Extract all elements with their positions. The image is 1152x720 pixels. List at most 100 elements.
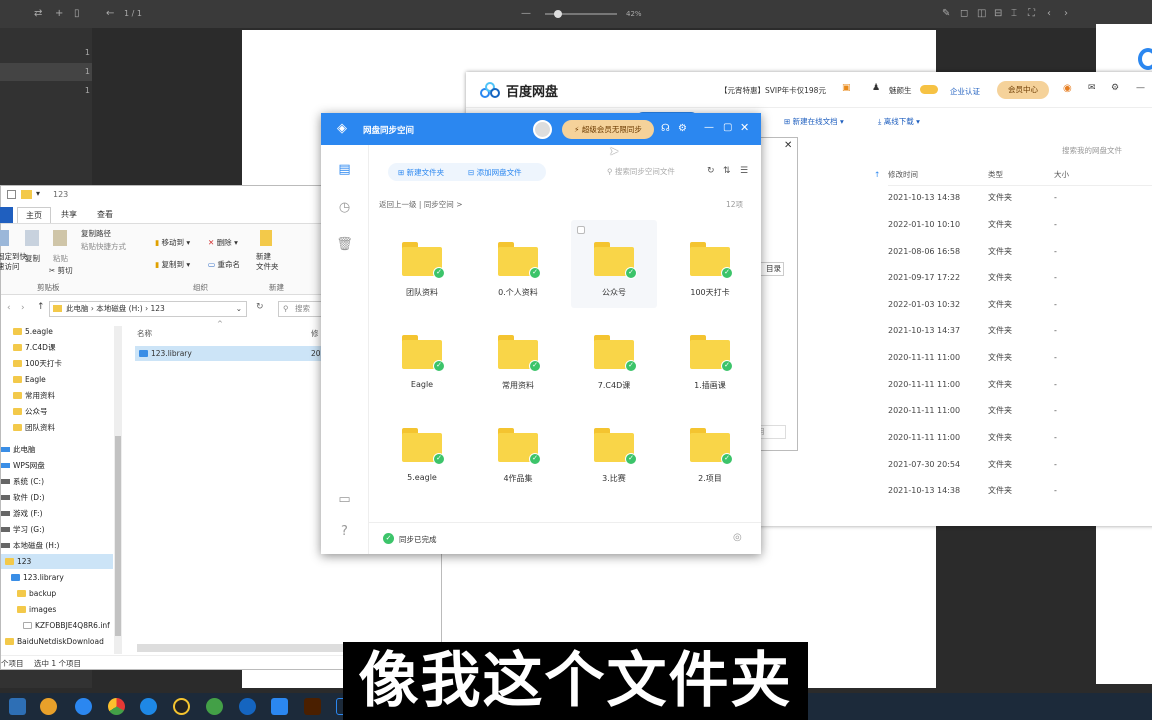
folder-item[interactable]: ✓ 3.比赛 <box>571 406 657 494</box>
nav-drive[interactable]: 学习 (G:) <box>1 522 45 537</box>
table-row[interactable]: 2020-11-11 11:00 文件夹 - <box>888 344 1152 371</box>
table-row[interactable]: 2021-10-13 14:38 文件夹 - <box>888 477 1152 504</box>
file-icon[interactable]: ▤ <box>336 161 353 178</box>
sidebar-icon[interactable]: ▯ <box>74 8 80 19</box>
folder-item[interactable]: ✓ 1.插画课 <box>667 313 753 401</box>
address-seg[interactable]: 123 <box>150 304 164 313</box>
tab-share[interactable]: 共享 <box>53 207 85 223</box>
file-row-selected[interactable]: 123.library 20 <box>135 346 325 361</box>
nav-item[interactable]: 5.eagle <box>13 324 53 339</box>
nav-this-pc[interactable]: 此电脑 <box>1 442 36 457</box>
fit-icon[interactable]: ⌶ <box>1011 8 1017 19</box>
app-icon[interactable] <box>75 698 92 715</box>
vip-sync-button[interactable]: ⚡ 超级会员无限同步 <box>562 120 654 139</box>
back-icon[interactable]: ‹ <box>7 303 11 313</box>
paste-shortcut-button[interactable]: 粘贴快捷方式 <box>81 241 126 252</box>
nav-item[interactable]: KZFOBBJE4Q8R6.inf <box>23 618 110 633</box>
scrollbar-thumb[interactable] <box>115 436 121 636</box>
zoom-slider-thumb[interactable] <box>554 10 562 18</box>
gauge-icon[interactable]: ◎ <box>733 532 742 543</box>
table-row[interactable]: 2020-11-11 11:00 文件夹 - <box>888 371 1152 398</box>
nav-item[interactable]: 团队资料 <box>13 420 55 435</box>
trash-icon[interactable]: 🗑 <box>336 236 353 253</box>
expand-icon[interactable]: ⛶ <box>1028 8 1035 19</box>
maximize-icon[interactable]: ▢ <box>723 122 732 133</box>
column-date[interactable]: 修 <box>311 328 319 339</box>
folder-item[interactable]: ✓ 5.eagle <box>379 406 465 494</box>
nav-drive[interactable]: 本地磁盘 (H:) <box>1 538 59 553</box>
close-icon[interactable]: ✕ <box>740 121 749 134</box>
enterprise-link[interactable]: 企业认证 <box>950 86 980 97</box>
folder-item[interactable]: ✓ 常用资料 <box>475 313 561 401</box>
column-modified[interactable]: 修改时间 <box>888 164 918 186</box>
table-row[interactable]: 2021-10-13 14:38 文件夹 - <box>888 184 1152 211</box>
avatar[interactable]: ♟ <box>872 83 880 93</box>
edge-icon[interactable] <box>239 698 256 715</box>
up-icon[interactable]: ↑ <box>37 302 45 312</box>
nav-scrollbar[interactable] <box>114 326 122 654</box>
member-center-button[interactable]: 会员中心 <box>997 81 1049 99</box>
folder-item[interactable]: ✓ 100天打卡 <box>667 220 753 308</box>
move-to-button[interactable]: ▮ 移动到 ▾ <box>155 237 190 248</box>
nav-drive[interactable]: 游戏 (F:) <box>1 506 43 521</box>
baidu-netdisk-icon[interactable] <box>271 698 288 715</box>
user-avatar[interactable] <box>533 120 552 139</box>
settings-icon[interactable]: ⚙ <box>678 123 687 134</box>
app-icon[interactable] <box>40 698 57 715</box>
cut-button[interactable]: ✂ 剪切 <box>49 265 73 276</box>
refresh-icon[interactable]: ↻ <box>707 166 715 176</box>
chrome-icon[interactable] <box>108 698 125 715</box>
pen-icon[interactable]: ✎ <box>942 8 950 19</box>
close-icon[interactable]: ✕ <box>784 140 792 151</box>
breadcrumb-back[interactable]: 返回上一级 <box>379 200 417 209</box>
columns-icon[interactable]: ◫ <box>977 8 986 19</box>
qq-icon[interactable] <box>173 698 190 715</box>
tab-view[interactable]: 查看 <box>89 207 121 223</box>
baidu-search-input[interactable]: 搜索我的网盘文件 <box>1062 145 1122 156</box>
folder-item[interactable]: ✓ 公众号 <box>571 220 657 308</box>
folder-item[interactable]: ✓ Eagle <box>379 313 465 401</box>
nav-item[interactable]: 123.library <box>11 570 64 585</box>
checkbox-icon[interactable] <box>7 190 16 199</box>
h-scrollbar[interactable] <box>137 644 343 652</box>
back-arrow-icon[interactable]: ← <box>106 8 114 19</box>
delete-button[interactable]: ✕ 删除 ▾ <box>208 237 238 248</box>
table-row[interactable]: 2022-01-03 10:32 文件夹 - <box>888 291 1152 318</box>
zoom-out-icon[interactable]: — <box>521 8 531 19</box>
new-folder-button[interactable]: 新建 文件夹 <box>256 252 279 272</box>
plus-icon[interactable]: + <box>55 8 63 19</box>
swap-icon[interactable]: ⇄ <box>34 8 42 19</box>
folder-item[interactable]: ✓ 4作品集 <box>475 406 561 494</box>
address-seg[interactable]: 此电脑 <box>66 304 89 313</box>
clock-icon[interactable]: ◷ <box>336 199 353 216</box>
address-bar[interactable]: 此电脑 › 本地磁盘 (H:) › 123 ⌄ <box>49 301 247 317</box>
nav-item[interactable]: images <box>17 602 56 617</box>
table-row[interactable]: 2021-08-06 16:58 文件夹 - <box>888 238 1152 265</box>
refresh-icon[interactable]: ↻ <box>256 302 264 312</box>
sort-icon[interactable]: ⇅ <box>723 166 731 176</box>
paste-icon[interactable] <box>53 230 67 246</box>
zoom-slider[interactable] <box>545 10 617 18</box>
tab-file[interactable] <box>0 207 13 223</box>
settings-icon[interactable]: ⚙ <box>1111 83 1119 93</box>
wechat-icon[interactable] <box>206 698 223 715</box>
column-type[interactable]: 类型 <box>988 164 1003 186</box>
crop-icon[interactable]: ◻ <box>960 8 968 19</box>
address-seg[interactable]: 本地磁盘 (H:) <box>96 304 142 313</box>
app-icon[interactable] <box>140 698 157 715</box>
nav-item[interactable]: Eagle <box>13 372 46 387</box>
table-row[interactable]: 2022-01-10 10:10 文件夹 - <box>888 211 1152 238</box>
nav-drive[interactable]: 系统 (C:) <box>1 474 44 489</box>
chevron-down-icon[interactable]: ⌄ <box>236 302 242 316</box>
gift-icon[interactable]: ▣ <box>842 83 851 93</box>
folder-item[interactable]: ✓ 7.C4D课 <box>571 313 657 401</box>
table-row[interactable]: 2020-11-11 11:00 文件夹 - <box>888 424 1152 451</box>
list-view-icon[interactable]: ☰ <box>740 166 748 176</box>
split-icon[interactable]: ⊟ <box>994 8 1002 19</box>
folder-item[interactable]: ✓ 2.项目 <box>667 406 753 494</box>
table-row[interactable]: 2020-11-11 11:00 文件夹 - <box>888 397 1152 424</box>
sort-up-icon[interactable]: ↑ <box>874 164 880 186</box>
paste-label[interactable]: 粘贴 <box>53 253 68 264</box>
nav-item-selected[interactable]: 123 <box>1 554 113 569</box>
nav-item[interactable]: backup <box>17 586 56 601</box>
